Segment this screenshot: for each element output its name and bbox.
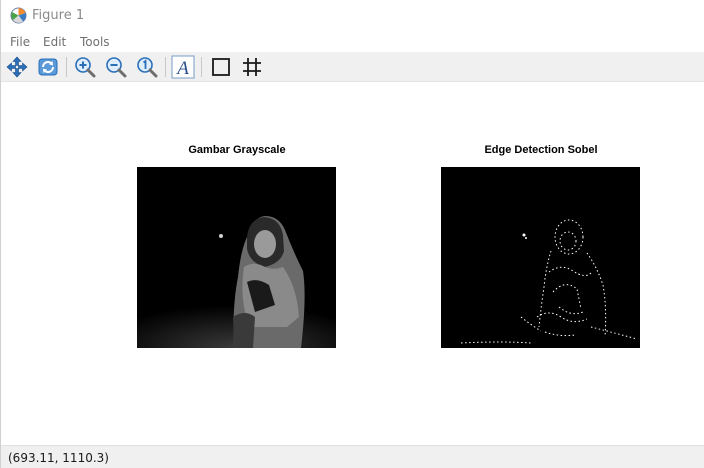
figure-window: Figure 1 File Edit Tools A Gambar Graysc… (0, 0, 704, 468)
title-bar: Figure 1 (1, 0, 704, 32)
grayscale-image (137, 167, 336, 348)
zoom-out-icon (106, 57, 127, 78)
menu-bar: File Edit Tools (1, 32, 704, 52)
sobel-edge-image (441, 167, 640, 348)
status-bar: (693.11, 1110.3) (1, 445, 704, 468)
insert-text-button[interactable]: A (171, 55, 195, 79)
left-axes-title: Gambar Grayscale (188, 144, 286, 156)
box-toggle-button[interactable] (209, 55, 233, 79)
pan-button[interactable] (5, 55, 29, 79)
toolbar-separator (165, 57, 166, 77)
svg-text:A: A (175, 58, 189, 79)
menu-file[interactable]: File (10, 35, 30, 49)
toolbar-separator (201, 57, 202, 77)
figure-canvas[interactable]: Gambar Grayscale Edge Detection Sobel (2, 82, 704, 445)
grid-toggle-button[interactable] (240, 55, 264, 79)
box-toggle-icon (212, 58, 230, 76)
window-title: Figure 1 (32, 8, 85, 23)
matplotlib-app-icon (10, 7, 27, 24)
toolbar: A (1, 52, 704, 82)
toolbar-separator (66, 57, 67, 77)
cursor-coordinates: (693.11, 1110.3) (8, 451, 109, 465)
text-insert-icon: A (171, 55, 195, 79)
pan-icon (6, 56, 28, 78)
zoom-in-button[interactable] (73, 55, 97, 79)
grid-toggle-icon (243, 58, 261, 76)
menu-tools[interactable]: Tools (80, 35, 110, 49)
rotate-icon (38, 58, 58, 76)
right-axes-title: Edge Detection Sobel (484, 144, 598, 156)
rotate-button[interactable] (36, 55, 60, 79)
zoom-reset-button[interactable] (135, 55, 159, 79)
zoom-out-button[interactable] (104, 55, 128, 79)
zoom-in-icon (75, 57, 96, 78)
menu-edit[interactable]: Edit (43, 35, 66, 49)
zoom-reset-icon (137, 57, 158, 78)
